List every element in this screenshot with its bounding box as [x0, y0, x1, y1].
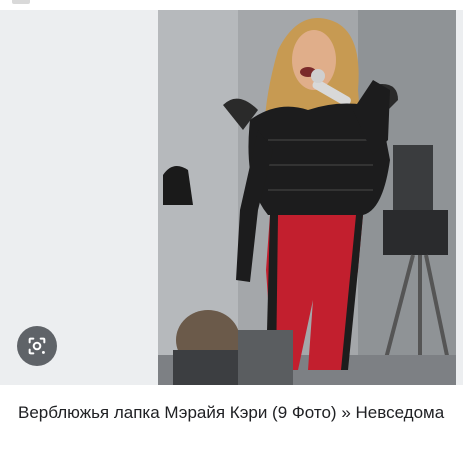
image-left-padding	[0, 10, 158, 385]
top-strip	[0, 0, 463, 10]
result-title-link[interactable]: Верблюжья лапка Мэрайя Кэри (9 Фото) » Н…	[18, 400, 448, 425]
previous-result-edge	[12, 0, 30, 4]
google-lens-button[interactable]	[17, 326, 57, 366]
image-right-padding	[456, 10, 463, 385]
result-photo[interactable]	[158, 10, 456, 385]
result-image-container[interactable]	[0, 10, 463, 385]
concert-photo-illustration	[158, 10, 456, 385]
google-lens-icon	[28, 337, 46, 355]
